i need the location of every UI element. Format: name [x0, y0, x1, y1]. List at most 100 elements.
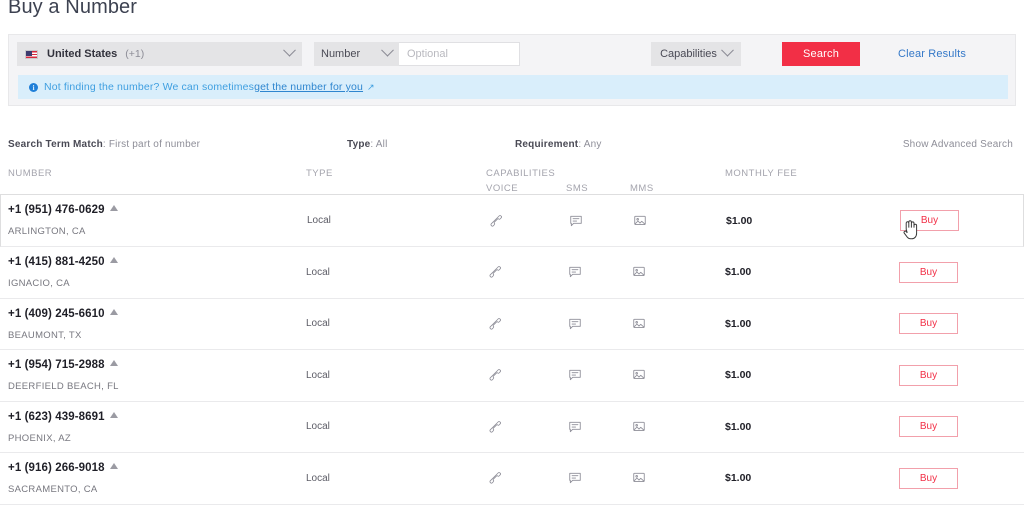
- phone-number: +1 (409) 245-6610: [8, 307, 105, 320]
- filter-search-term-match-value: : First part of number: [102, 139, 201, 150]
- number-cell: +1 (954) 715-2988 DEERFIELD BEACH, FL: [8, 359, 119, 392]
- number-type: Local: [307, 215, 331, 226]
- chevron-down-icon: [721, 43, 734, 57]
- table-header-row: NUMBER TYPE CAPABILITIES VOICE SMS MMS M…: [0, 164, 1024, 194]
- capabilities-select[interactable]: Capabilities: [651, 42, 741, 66]
- show-advanced-search-link[interactable]: Show Advanced Search: [903, 139, 1013, 150]
- voice-capability-cell: [488, 420, 502, 434]
- sms-bubble-icon: [569, 318, 581, 329]
- sms-bubble-icon: [569, 370, 581, 381]
- voice-capability-cell: [488, 317, 502, 331]
- buy-button[interactable]: Buy: [899, 416, 958, 438]
- get-number-link[interactable]: get the number for you: [254, 81, 363, 93]
- buy-button[interactable]: Buy: [899, 313, 958, 335]
- sms-capability-cell: [569, 214, 583, 228]
- address-required-icon: [109, 205, 118, 211]
- number-type-label: Number: [321, 48, 361, 60]
- monthly-fee: $1.00: [725, 317, 752, 330]
- mms-capability-cell: [632, 317, 646, 331]
- number-type: Local: [306, 369, 330, 381]
- buy-button[interactable]: Buy: [899, 364, 958, 386]
- filter-search-term-match-label: Search Term Match: [8, 139, 103, 150]
- number-location: PHOENIX, AZ: [8, 432, 71, 444]
- number-cell: +1 (951) 476-0629 ARLINGTON, CA: [8, 204, 118, 237]
- monthly-fee: $1.00: [725, 369, 752, 382]
- us-flag-icon: [25, 49, 38, 59]
- chevron-down-icon: [283, 43, 296, 57]
- number-cell: +1 (409) 245-6610 BEAUMONT, TX: [8, 308, 118, 341]
- country-name: United States: [47, 48, 118, 60]
- clear-results-link[interactable]: Clear Results: [898, 48, 966, 60]
- monthly-fee: $1.00: [725, 266, 752, 279]
- capabilities-label: Capabilities: [660, 48, 717, 60]
- sms-capability-cell: [568, 368, 582, 382]
- number-location: IGNACIO, CA: [8, 278, 70, 289]
- number-location: SACRAMENTO, CA: [8, 484, 98, 495]
- monthly-fee: $1.00: [725, 472, 752, 485]
- table-row[interactable]: +1 (415) 881-4250 IGNACIO, CA Local $1.00 Bu…: [0, 247, 1024, 299]
- filter-type: Type: All: [347, 139, 388, 150]
- number-cell: +1 (916) 266-9018 SACRAMENTO, CA: [8, 462, 118, 495]
- phone-number: +1 (951) 476-0629: [8, 204, 105, 216]
- number-cell: +1 (623) 439-8691 PHOENIX, AZ: [8, 411, 118, 444]
- page-title: Buy a Number: [8, 0, 138, 18]
- number-location: DEERFIELD BEACH, FL: [8, 381, 119, 392]
- table-row[interactable]: +1 (623) 439-8691 PHOENIX, AZ Local $1.00 Bu…: [0, 402, 1024, 453]
- column-header-type: TYPE: [306, 168, 333, 179]
- column-header-monthly-fee: MONTHLY FEE: [725, 168, 798, 179]
- filter-search-term-match: Search Term Match: First part of number: [8, 139, 200, 150]
- sms-capability-cell: [568, 265, 582, 279]
- voice-handset-icon: [490, 214, 502, 227]
- voice-handset-icon: [489, 317, 501, 330]
- column-header-voice: VOICE: [486, 183, 519, 194]
- table-row[interactable]: +1 (951) 476-0629 ARLINGTON, CA Local $1.00…: [0, 194, 1024, 247]
- address-required-icon: [109, 257, 118, 263]
- country-select[interactable]: United States (+1): [17, 42, 302, 66]
- external-link-icon: ↗: [367, 81, 375, 92]
- search-panel: United States (+1) Number Capabilities S…: [8, 34, 1016, 106]
- mms-capability-cell: [632, 420, 646, 434]
- mms-capability-cell: [633, 214, 647, 228]
- search-controls-row: United States (+1) Number Capabilities S…: [9, 35, 1015, 73]
- table-row[interactable]: +1 (409) 245-6610 BEAUMONT, TX Local $1.00 B…: [0, 299, 1024, 350]
- number-type: Local: [306, 472, 330, 484]
- sms-bubble-icon: [570, 215, 582, 226]
- phone-number: +1 (415) 881-4250: [8, 256, 105, 268]
- voice-handset-icon: [489, 369, 501, 381]
- buy-button[interactable]: Buy: [899, 467, 958, 489]
- address-required-icon: [109, 308, 118, 315]
- number-type: Local: [306, 266, 330, 278]
- filter-requirement: Requirement: Any: [515, 139, 602, 150]
- voice-capability-cell: [488, 471, 502, 485]
- table-row[interactable]: +1 (954) 715-2988 DEERFIELD BEACH, FL Loca…: [0, 350, 1024, 402]
- filter-summary: Search Term Match: First part of number …: [0, 135, 1024, 159]
- column-header-capabilities: CAPABILITIES: [486, 168, 556, 179]
- results-table: NUMBER TYPE CAPABILITIES VOICE SMS MMS M…: [0, 164, 1024, 505]
- search-button[interactable]: Search: [782, 42, 860, 66]
- buy-button[interactable]: Buy: [900, 210, 959, 231]
- table-row[interactable]: +1 (916) 266-9018 SACRAMENTO, CA Local $1.0…: [0, 453, 1024, 505]
- mms-image-icon: [633, 370, 645, 380]
- mms-image-icon: [633, 318, 645, 328]
- address-required-icon: [109, 463, 118, 469]
- number-type-select[interactable]: Number: [314, 42, 399, 66]
- info-icon: i: [29, 82, 38, 92]
- voice-capability-cell: [489, 214, 503, 228]
- mms-image-icon: [633, 473, 645, 483]
- address-required-icon: [109, 411, 118, 418]
- number-location: BEAUMONT, TX: [8, 329, 82, 341]
- voice-handset-icon: [489, 266, 501, 278]
- buy-button[interactable]: Buy: [899, 261, 958, 283]
- search-input[interactable]: [399, 42, 520, 66]
- filter-type-value: : All: [370, 139, 388, 150]
- number-type: Local: [306, 421, 330, 433]
- sms-bubble-icon: [569, 421, 581, 432]
- sms-capability-cell: [568, 420, 582, 434]
- chevron-down-icon: [381, 43, 394, 57]
- buy-a-number-page: Buy a Number United States (+1) Number C…: [0, 0, 1024, 513]
- phone-number: +1 (954) 715-2988: [8, 359, 105, 371]
- country-dial-code: (+1): [125, 48, 145, 60]
- filter-type-label: Type: [347, 139, 371, 150]
- info-banner-text: Not finding the number? We can sometimes: [44, 81, 255, 93]
- phone-number: +1 (623) 439-8691: [8, 410, 105, 423]
